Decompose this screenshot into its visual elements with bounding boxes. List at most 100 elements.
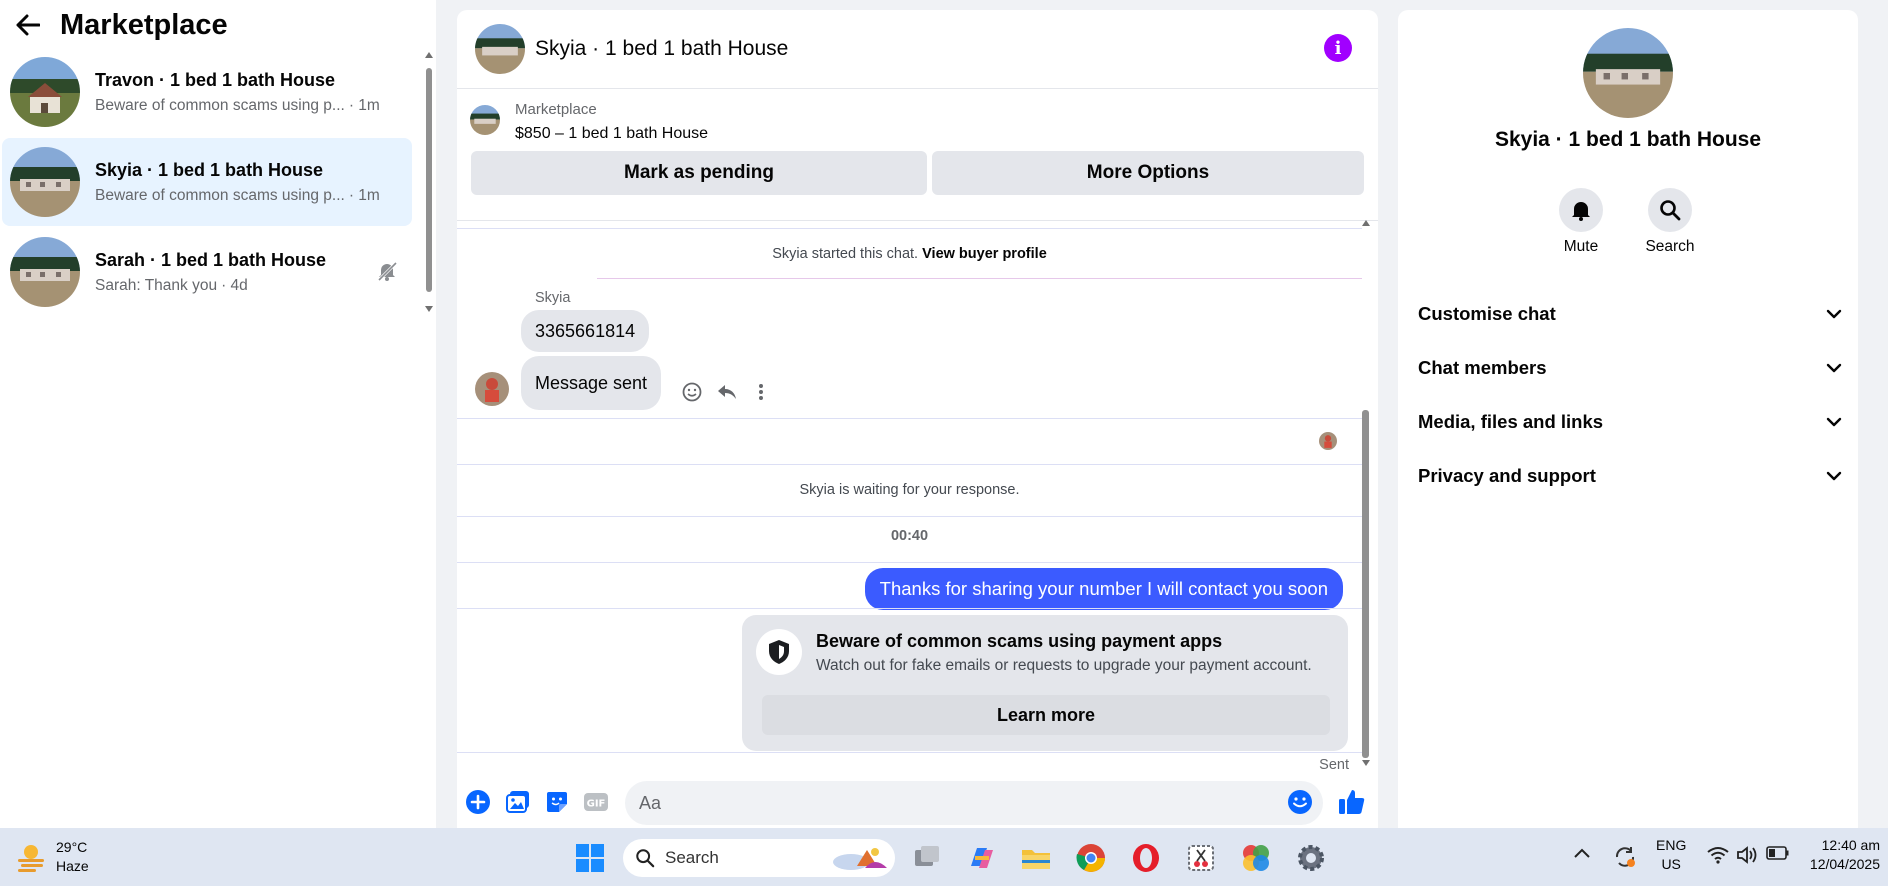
- chat-avatar[interactable]: [475, 24, 525, 74]
- conversation-item-sarah[interactable]: Sarah · 1 bed 1 bath House Sarah: Thank …: [2, 228, 412, 316]
- scroll-thumb[interactable]: [1362, 410, 1369, 758]
- waiting-notice: Skyia is waiting for your response.: [799, 482, 1020, 498]
- profile-avatar[interactable]: [1583, 28, 1673, 118]
- search-icon[interactable]: [1648, 188, 1692, 232]
- opera-icon[interactable]: [1130, 842, 1162, 874]
- section-customise-chat[interactable]: Customise chat: [1418, 294, 1842, 334]
- outgoing-message-bubble[interactable]: Thanks for sharing your number I will co…: [864, 568, 1343, 610]
- section-media-files-links[interactable]: Media, files and links: [1418, 402, 1842, 442]
- emoji-icon[interactable]: [1287, 789, 1313, 815]
- taskbar-search[interactable]: Search: [623, 839, 895, 877]
- conversation-sidebar: Marketplace Travon · 1 bed 1 bath House …: [0, 0, 436, 828]
- section-privacy-support[interactable]: Privacy and support: [1418, 456, 1842, 496]
- search-highlight-icon: [833, 848, 887, 870]
- message-list: Skyia started this chat. View buyer prof…: [457, 222, 1367, 775]
- conversation-name: Skyia · 1 bed 1 bath House: [95, 159, 324, 180]
- scroll-down-arrow-icon[interactable]: [425, 306, 433, 312]
- search-icon: [636, 849, 655, 868]
- conversation-preview: Beware of common scams using p...: [95, 186, 345, 204]
- message-timestamp: 00:40: [890, 528, 929, 544]
- mark-as-pending-button[interactable]: Mark as pending: [471, 151, 927, 195]
- windows-taskbar: 29°C Haze Search ENG US 12:40 am 12/04/2…: [0, 828, 1888, 886]
- conversation-name: Sarah · 1 bed 1 bath House: [95, 249, 327, 270]
- chevron-down-icon: [1826, 471, 1842, 481]
- sender-avatar[interactable]: [475, 372, 509, 406]
- back-arrow-icon[interactable]: [14, 11, 42, 39]
- search-button[interactable]: Search: [1630, 188, 1710, 256]
- search-label: Search: [1645, 238, 1695, 255]
- taskbar-search-label: Search: [665, 848, 719, 867]
- conversation-name: Travon · 1 bed 1 bath House: [95, 69, 336, 90]
- color-app-icon[interactable]: [1240, 842, 1272, 874]
- listing-label: Marketplace: [515, 101, 597, 118]
- chat-title[interactable]: Skyia · 1 bed 1 bath House: [535, 37, 788, 61]
- settings-gear-icon[interactable]: [1295, 842, 1327, 874]
- info-icon[interactable]: i: [1324, 34, 1352, 62]
- scroll-up-arrow-icon[interactable]: [1362, 220, 1370, 226]
- chat-info-panel: Skyia · 1 bed 1 bath House Mute Search C…: [1398, 10, 1858, 828]
- add-plus-icon[interactable]: [465, 789, 491, 815]
- listing-price[interactable]: $850 – 1 bed 1 bath House: [515, 125, 708, 143]
- system-clock[interactable]: 12:40 am 12/04/2025: [1810, 836, 1880, 874]
- weather-temp: 29°C: [56, 839, 88, 855]
- sidebar-title: Marketplace: [60, 8, 228, 41]
- wifi-icon[interactable]: [1706, 845, 1730, 869]
- muted-bell-icon: [376, 260, 398, 282]
- battery-icon[interactable]: [1766, 845, 1790, 869]
- message-bubble-sent[interactable]: Message sent: [521, 356, 662, 410]
- conversation-time: · 4d: [221, 276, 248, 294]
- more-options-button[interactable]: More Options: [932, 151, 1364, 195]
- conversation-item-travon[interactable]: Travon · 1 bed 1 bath House Beware of co…: [2, 48, 412, 136]
- thumbs-up-icon[interactable]: [1337, 787, 1367, 817]
- sidebar-scrollbar[interactable]: [425, 52, 433, 312]
- photo-gallery-icon[interactable]: [505, 789, 531, 815]
- task-view-icon[interactable]: [911, 842, 943, 874]
- chevron-up-icon[interactable]: [1572, 846, 1596, 870]
- read-receipt-avatar: [1319, 432, 1337, 450]
- bell-icon[interactable]: [1559, 188, 1603, 232]
- volume-icon[interactable]: [1736, 845, 1760, 869]
- gif-icon[interactable]: GIF: [583, 789, 609, 815]
- scroll-down-arrow-icon[interactable]: [1362, 760, 1370, 766]
- avatar: [10, 237, 80, 307]
- message-input[interactable]: [625, 781, 1323, 825]
- view-buyer-profile-link[interactable]: View buyer profile: [922, 246, 1047, 262]
- section-chat-members[interactable]: Chat members: [1418, 348, 1842, 388]
- more-vertical-icon[interactable]: [749, 380, 773, 404]
- chat-scrollbar[interactable]: [1361, 214, 1371, 774]
- weather-widget[interactable]: 29°C Haze: [14, 838, 89, 876]
- react-emoji-icon[interactable]: [680, 380, 704, 404]
- sync-icon[interactable]: [1612, 844, 1638, 870]
- message-bubble-number[interactable]: 3365661814: [521, 310, 650, 352]
- profile-name: Skyia · 1 bed 1 bath House: [1494, 128, 1762, 151]
- weather-haze-icon: [18, 845, 44, 872]
- message-composer: GIF: [457, 776, 1378, 828]
- file-explorer-icon[interactable]: [1020, 842, 1052, 874]
- sticker-icon[interactable]: [544, 789, 570, 815]
- chat-started-notice: Skyia started this chat. View buyer prof…: [772, 246, 1047, 262]
- avatar: [10, 57, 80, 127]
- learn-more-button[interactable]: Learn more: [762, 695, 1330, 735]
- mute-button[interactable]: Mute: [1541, 188, 1621, 256]
- conversation-item-skyia[interactable]: Skyia · 1 bed 1 bath House Beware of com…: [2, 138, 412, 226]
- copilot-icon[interactable]: [965, 842, 997, 874]
- shield-icon: [756, 629, 802, 675]
- listing-thumbnail[interactable]: [470, 105, 500, 135]
- reply-icon[interactable]: [715, 380, 739, 404]
- snipping-tool-icon[interactable]: [1185, 842, 1217, 874]
- chevron-down-icon: [1826, 363, 1842, 373]
- windows-start-icon[interactable]: [574, 842, 606, 874]
- svg-text:GIF: GIF: [587, 799, 606, 810]
- scroll-thumb[interactable]: [426, 68, 432, 292]
- message-status: Sent: [1319, 757, 1349, 773]
- chrome-icon[interactable]: [1075, 842, 1107, 874]
- sidebar-header: Marketplace: [14, 6, 228, 44]
- conversation-preview: Sarah: Thank you: [95, 276, 218, 294]
- avatar: [10, 147, 80, 217]
- sender-name: Skyia: [535, 290, 571, 306]
- scroll-up-arrow-icon[interactable]: [425, 52, 433, 58]
- language-indicator[interactable]: ENG US: [1656, 836, 1686, 874]
- weather-desc: Haze: [56, 858, 89, 874]
- chevron-down-icon: [1826, 417, 1842, 427]
- chat-panel: Skyia · 1 bed 1 bath House i Marketplace…: [457, 10, 1378, 828]
